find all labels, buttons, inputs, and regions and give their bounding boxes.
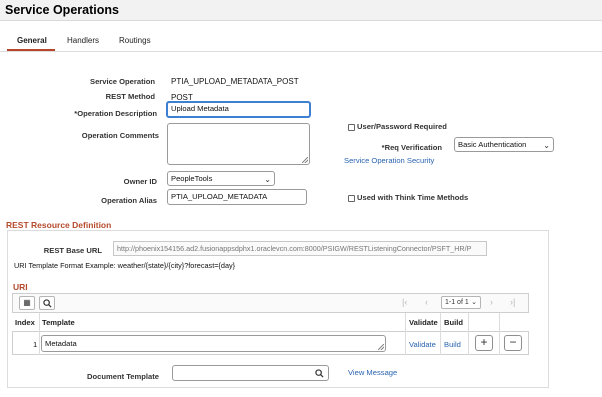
req-verification-label: *Req Verification	[381, 143, 442, 152]
row-index: 1	[33, 340, 38, 349]
operation-alias-label: Operation Alias	[101, 196, 157, 205]
column-header-index: Index	[15, 318, 35, 327]
resize-grip-icon[interactable]	[378, 344, 384, 350]
column-header-template: Template	[42, 318, 75, 327]
first-page-icon[interactable]: |‹	[402, 297, 407, 307]
rest-base-url-field: http://phoenix154156.ad2.fusionappsdphx1…	[113, 241, 487, 256]
operation-comments-label: Operation Comments	[81, 131, 159, 140]
operation-description-input[interactable]: Upload Metadata	[166, 101, 311, 118]
column-divider	[39, 313, 40, 355]
service-operation-security-link[interactable]: Service Operation Security	[344, 156, 434, 165]
uri-section-title: URI	[13, 282, 28, 292]
req-verification-selected: Basic Authentication	[458, 140, 527, 149]
next-page-icon[interactable]: ›	[490, 297, 493, 307]
resize-grip-icon[interactable]	[302, 157, 308, 163]
previous-page-icon[interactable]: ‹	[425, 297, 428, 307]
rest-resource-section-title: REST Resource Definition	[6, 220, 112, 230]
column-header-validate: Validate	[409, 318, 438, 327]
req-verification-select[interactable]: Basic Authentication ⌄	[454, 137, 554, 152]
uri-template-example: URI Template Format Example: weather/{st…	[14, 261, 236, 270]
tab-routings[interactable]: Routings	[119, 36, 151, 45]
column-header-build: Build	[444, 318, 463, 327]
column-divider	[440, 313, 441, 355]
minus-icon[interactable]: −	[504, 335, 522, 351]
pager-text: 1-1 of 1	[445, 299, 469, 306]
last-page-icon[interactable]: ›|	[510, 297, 515, 307]
used-with-think-time-checkbox[interactable]	[348, 195, 355, 202]
plus-icon[interactable]: +	[475, 335, 493, 351]
service-operation-label: Service Operation	[90, 77, 155, 86]
build-link[interactable]: Build	[444, 340, 461, 349]
grid-personalize-icon[interactable]: ▦	[19, 296, 35, 310]
tab-general[interactable]: General	[17, 36, 47, 45]
owner-id-select[interactable]: PeopleTools ⌄	[167, 171, 275, 186]
tab-divider	[0, 51, 602, 52]
column-divider	[499, 313, 500, 355]
chevron-down-icon: ⌄	[264, 175, 271, 184]
uri-template-input[interactable]: Metadata	[41, 335, 386, 352]
column-divider	[405, 313, 406, 355]
operation-alias-input[interactable]: PTIA_UPLOAD_METADATA	[167, 189, 307, 205]
service-operation-value: PTIA_UPLOAD_METADATA_POST	[171, 77, 299, 86]
chevron-down-icon: ⌄	[471, 299, 477, 306]
document-template-label: Document Template	[86, 372, 159, 381]
operation-description-label: *Operation Description	[74, 109, 157, 118]
rest-method-label: REST Method	[105, 92, 155, 101]
document-template-input[interactable]	[172, 365, 329, 381]
tab-handlers[interactable]: Handlers	[67, 36, 99, 45]
page-title: Service Operations	[5, 3, 119, 17]
pager-select[interactable]: 1-1 of 1 ⌄	[441, 296, 481, 309]
validate-link[interactable]: Validate	[409, 340, 436, 349]
search-icon[interactable]	[315, 369, 324, 378]
view-message-link[interactable]: View Message	[348, 368, 397, 377]
owner-id-selected: PeopleTools	[171, 174, 213, 183]
used-with-think-time-label: Used with Think Time Methods	[357, 193, 469, 202]
owner-id-label: Owner ID	[123, 177, 157, 186]
operation-comments-textarea[interactable]	[167, 123, 310, 165]
user-password-required-checkbox[interactable]	[348, 124, 355, 131]
grid-search-icon[interactable]	[39, 296, 55, 310]
chevron-down-icon: ⌄	[543, 141, 550, 150]
column-divider	[468, 313, 469, 355]
user-password-required-label: User/Password Required	[357, 122, 447, 131]
uri-template-value: Metadata	[45, 339, 77, 348]
rest-base-url-label: REST Base URL	[43, 246, 102, 255]
